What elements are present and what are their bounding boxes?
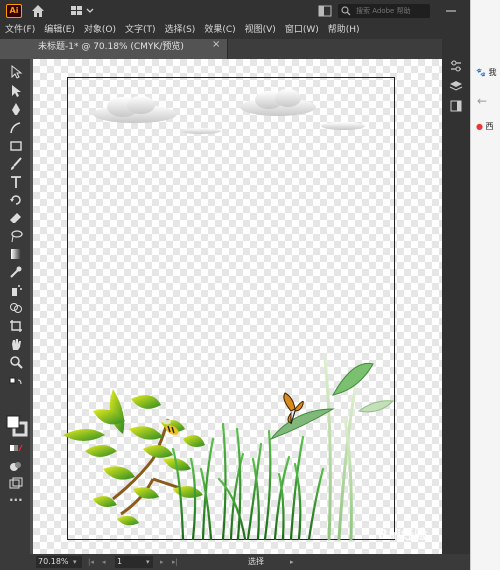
panel-dock — [442, 39, 470, 554]
status-menu-icon[interactable]: ▸ — [290, 556, 294, 568]
document-tab[interactable]: 未标题-1* @ 70.18% (CMYK/预览) × — [30, 39, 228, 59]
menu-view[interactable]: 视图(V) — [240, 22, 280, 39]
menu-file[interactable]: 文件(F) — [0, 22, 39, 39]
curvature-tool-icon[interactable] — [9, 121, 23, 135]
cloud-small-right — [321, 122, 365, 130]
last-artboard-icon[interactable]: ▸| — [172, 556, 178, 568]
menu-help[interactable]: 帮助(H) — [323, 22, 364, 39]
browser-link-1-label: 我 — [488, 68, 497, 77]
minimize-icon[interactable] — [436, 4, 466, 18]
artwork-illustration[interactable] — [33, 59, 442, 554]
watermark: Bai经验 — [378, 528, 428, 543]
swap-colors-icon[interactable] — [9, 377, 23, 391]
browser-link-2[interactable]: ● 西 — [476, 121, 500, 133]
menu-type[interactable]: 文字(T) — [120, 22, 160, 39]
color-mode-icon[interactable] — [9, 441, 23, 455]
menu-select[interactable]: 选择(S) — [160, 22, 200, 39]
first-artboard-icon[interactable]: |◂ — [88, 556, 94, 568]
menu-effect[interactable]: 效果(C) — [199, 22, 239, 39]
title-bar: Ai — [0, 0, 470, 22]
zoom-dropdown-icon[interactable]: ▾ — [73, 556, 77, 568]
cloud-center — [240, 89, 316, 116]
artboard-tool-icon[interactable] — [9, 319, 23, 333]
selection-tool-icon[interactable] — [9, 65, 23, 79]
document-tab-bar: 未标题-1* @ 70.18% (CMYK/预览) × — [30, 39, 442, 59]
arrange-documents-icon[interactable] — [318, 4, 332, 18]
canvas[interactable] — [33, 59, 442, 554]
search-icon — [341, 6, 351, 16]
zoom-tool-icon[interactable] — [9, 355, 23, 369]
more-tools-icon[interactable]: ··· — [9, 493, 23, 507]
menu-edit[interactable]: 编辑(E) — [39, 22, 79, 39]
app-logo: Ai — [6, 4, 22, 18]
menu-bar: 文件(F) 编辑(E) 对象(O) 文字(T) 选择(S) 效果(C) 视图(V… — [0, 22, 470, 39]
workspace-switcher-icon[interactable] — [70, 5, 96, 17]
browser-back-icon[interactable]: ← — [477, 94, 487, 108]
tools-panel: ··· — [0, 59, 30, 554]
paintbrush-tool-icon[interactable] — [9, 157, 23, 171]
search-input[interactable] — [356, 4, 428, 18]
cloud-small-left — [181, 128, 221, 134]
lasso-tool-icon[interactable] — [9, 229, 23, 243]
direct-selection-tool-icon[interactable] — [9, 84, 23, 98]
artboard-dropdown-icon[interactable]: ▾ — [146, 556, 150, 568]
browser-side-strip: 🐾 我 ← ● 西 — [470, 0, 500, 570]
next-artboard-icon[interactable]: ▸ — [160, 556, 164, 568]
rectangle-tool-icon[interactable] — [9, 139, 23, 153]
cloud-left — [93, 96, 177, 123]
eraser-tool-icon[interactable] — [9, 211, 23, 225]
document-tab-title: 未标题-1* @ 70.18% (CMYK/预览) — [38, 42, 184, 52]
symbol-sprayer-icon[interactable] — [9, 283, 23, 297]
bush — [63, 389, 205, 526]
screen-mode-icon[interactable] — [9, 477, 23, 491]
browser-link-2-label: 西 — [485, 122, 494, 131]
current-tool-status: 选择 — [248, 557, 264, 566]
menu-object[interactable]: 对象(O) — [79, 22, 120, 39]
draw-mode-icon[interactable] — [9, 459, 23, 473]
help-search-box[interactable] — [338, 4, 430, 18]
prev-artboard-icon[interactable]: ◂ — [102, 556, 106, 568]
menu-window[interactable]: 窗口(W) — [280, 22, 323, 39]
properties-panel-icon[interactable] — [449, 59, 463, 73]
gradient-tool-icon[interactable] — [9, 247, 23, 261]
fill-stroke-swatch[interactable] — [6, 415, 28, 437]
type-tool-icon[interactable] — [9, 175, 23, 189]
pen-tool-icon[interactable] — [9, 102, 23, 116]
hand-tool-icon[interactable] — [9, 337, 23, 351]
home-icon[interactable] — [30, 3, 46, 19]
eyedropper-tool-icon[interactable] — [9, 265, 23, 279]
shape-builder-icon[interactable] — [9, 301, 23, 315]
status-bar: 70.18% ▾ |◂ ◂ 1 ▾ ▸ ▸| 选择 ▸ — [0, 554, 470, 570]
close-tab-icon[interactable]: × — [212, 39, 220, 50]
libraries-panel-icon[interactable] — [449, 99, 463, 113]
layers-panel-icon[interactable] — [449, 79, 463, 93]
browser-link-1[interactable]: 🐾 我 — [476, 67, 500, 79]
grass — [171, 357, 395, 541]
rotate-tool-icon[interactable] — [9, 193, 23, 207]
